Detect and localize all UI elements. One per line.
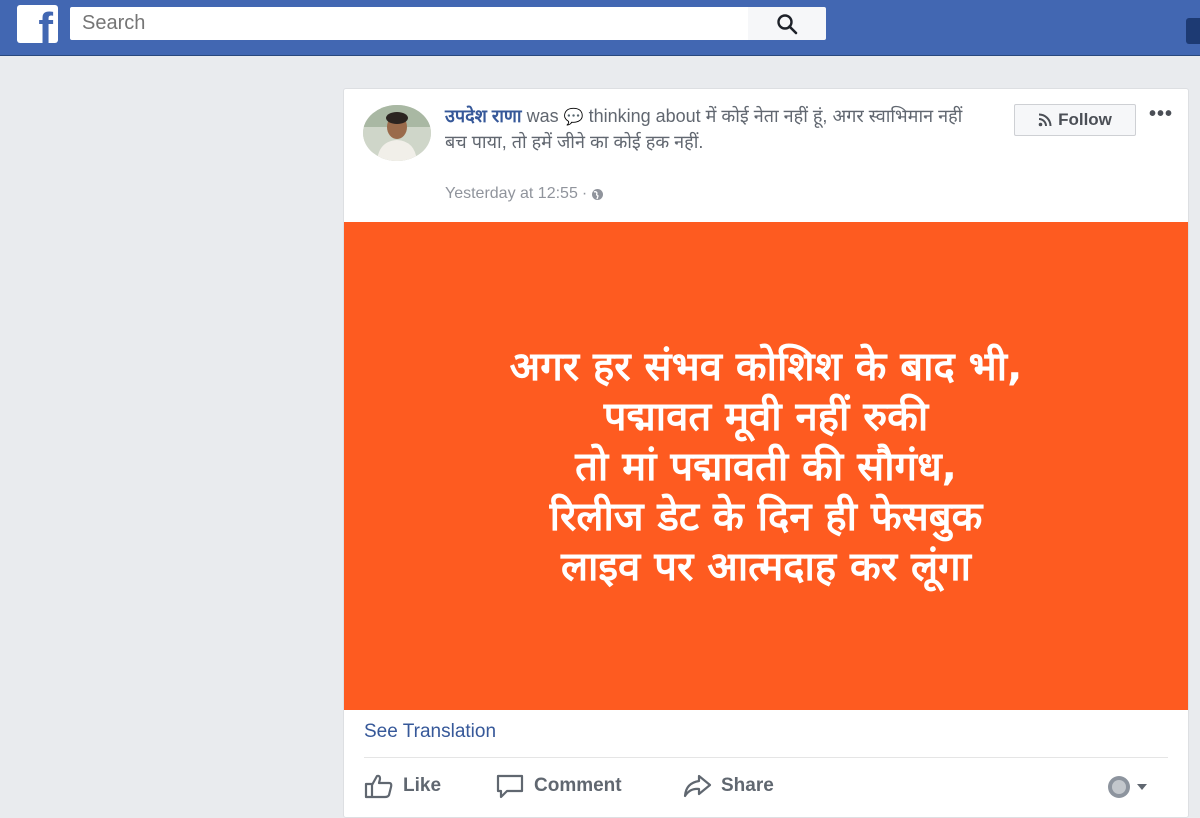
image-line: लाइव पर आत्मदाह कर लूंगा [560,544,972,590]
facebook-logo-letter: f [38,5,53,44]
profile-menu-edge[interactable] [1186,18,1200,44]
follow-button[interactable]: Follow [1014,104,1136,136]
reaction-audience-selector[interactable] [1106,775,1148,799]
post-header-text: उपदेश राणा was 💬 thinking about में कोई … [445,104,965,155]
share-icon [683,774,712,798]
like-button[interactable]: Like [364,773,441,799]
post-card: उपदेश राणा was 💬 thinking about में कोई … [343,88,1189,818]
image-line: पद्मावत मूवी नहीं रुकी [603,394,929,440]
see-translation-link[interactable]: See Translation [364,721,496,743]
author-name[interactable]: उपदेश राणा [445,106,522,126]
follow-label: Follow [1058,110,1112,129]
speech-bubble-icon: 💬 [563,109,584,126]
chevron-down-icon [1137,784,1147,790]
avatar-photo [363,105,431,161]
was-text: was [526,106,559,126]
search-input[interactable] [70,7,750,40]
post-meta: Yesterday at 12:55 · [445,185,604,203]
comment-label: Comment [534,775,622,796]
rss-icon [1038,113,1052,127]
facebook-logo[interactable]: f [17,5,58,43]
search-button[interactable] [748,7,826,40]
profile-avatar-small-icon [1108,776,1130,798]
share-button[interactable]: Share [682,773,774,799]
share-label: Share [721,775,774,796]
image-line: तो मां पद्मावती की सौगंध, [575,444,957,490]
top-navigation-bar: f [0,0,1200,56]
meta-separator: · [581,185,588,202]
image-line: अगर हर संभव कोशिश के बाद भी, [509,344,1023,390]
search-icon [777,13,798,34]
like-label: Like [403,775,442,796]
globe-icon[interactable] [591,188,604,201]
timestamp-link[interactable]: Yesterday at 12:55 [445,185,578,203]
activity-text: thinking about में कोई नेता नहीं हूं, अग… [445,106,963,152]
thumbs-up-icon [364,774,393,799]
author-avatar[interactable] [363,105,431,161]
image-line: रिलीज डेट के दिन ही फेसबुक [549,494,983,540]
post-image-text: अगर हर संभव कोशिश के बाद भी, पद्मावत मूव… [344,342,1188,592]
post-image[interactable]: अगर हर संभव कोशिश के बाद भी, पद्मावत मूव… [344,222,1188,710]
actions-divider [364,757,1168,758]
more-options-button[interactable]: ••• [1149,103,1173,126]
comment-button[interactable]: Comment [495,773,622,799]
comment-icon [496,774,524,799]
